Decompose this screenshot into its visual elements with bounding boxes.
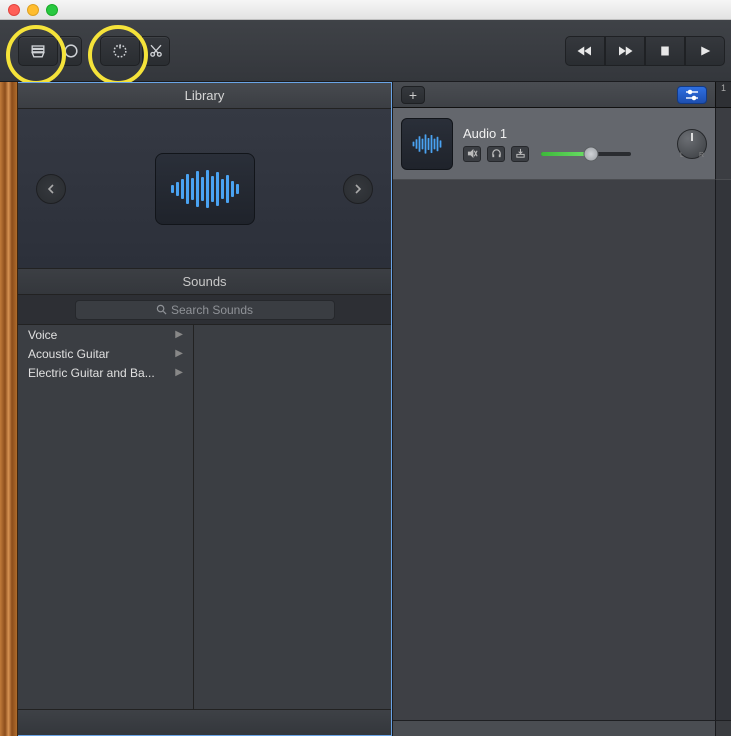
zoom-window-button[interactable] xyxy=(46,4,58,16)
category-label: Acoustic Guitar xyxy=(28,347,109,361)
window-titlebar xyxy=(0,0,731,20)
tracks-header-strip: + 1 xyxy=(393,82,731,108)
category-item-electric-guitar[interactable]: Electric Guitar and Ba... ▶ xyxy=(18,363,193,382)
track-header[interactable]: Audio 1 L R xyxy=(393,108,715,180)
category-item-voice[interactable]: Voice ▶ xyxy=(18,325,193,344)
forward-button[interactable] xyxy=(605,36,645,66)
track-type-icon xyxy=(401,118,453,170)
library-footer xyxy=(18,709,391,735)
volume-slider[interactable] xyxy=(541,152,631,156)
wood-side-panel xyxy=(0,82,18,736)
headphones-icon xyxy=(491,148,502,159)
mute-icon xyxy=(467,148,478,159)
smart-controls-toggle-button[interactable] xyxy=(100,36,140,66)
input-icon xyxy=(515,148,526,159)
tracks-footer xyxy=(393,720,731,736)
preset-next-button[interactable] xyxy=(343,174,373,204)
library-toggle-button[interactable] xyxy=(18,36,58,66)
pan-l-label: L xyxy=(680,152,684,159)
tracks-area: + 1 Audio 1 xyxy=(392,82,731,736)
preset-tile[interactable] xyxy=(155,153,255,225)
library-panel: Library Sounds Search Sounds Voice ▶ xyxy=(18,82,392,736)
track-name[interactable]: Audio 1 xyxy=(463,126,659,141)
sounds-header: Sounds xyxy=(18,269,391,295)
search-icon xyxy=(156,304,167,315)
filter-icon xyxy=(684,89,700,101)
chevron-right-icon xyxy=(353,184,363,194)
editors-toggle-button[interactable] xyxy=(142,36,170,66)
track-list-header: + xyxy=(393,82,715,107)
track-filter-button[interactable] xyxy=(677,86,707,104)
close-window-button[interactable] xyxy=(8,4,20,16)
add-track-button[interactable]: + xyxy=(401,86,425,104)
category-column-1: Voice ▶ Acoustic Guitar ▶ Electric Guitar … xyxy=(18,325,194,709)
transport-controls xyxy=(565,36,725,66)
h-scroll-cap[interactable] xyxy=(715,721,731,736)
empty-track-headers xyxy=(393,180,715,720)
search-row: Search Sounds xyxy=(18,295,391,325)
minimize-window-button[interactable] xyxy=(27,4,39,16)
rewind-button[interactable] xyxy=(565,36,605,66)
pan-r-label: R xyxy=(699,152,704,159)
category-column-2 xyxy=(194,325,391,709)
preset-prev-button[interactable] xyxy=(36,174,66,204)
track-row-1[interactable]: Audio 1 L R xyxy=(393,108,731,180)
solo-button[interactable] xyxy=(487,146,505,162)
search-placeholder: Search Sounds xyxy=(171,303,253,317)
search-sounds-input[interactable]: Search Sounds xyxy=(75,300,335,320)
category-label: Voice xyxy=(28,328,57,342)
track-controls xyxy=(463,146,659,162)
tracks-empty-area[interactable] xyxy=(393,180,731,720)
library-preview xyxy=(18,109,391,269)
mute-button[interactable] xyxy=(463,146,481,162)
library-icon xyxy=(28,41,48,61)
chevron-left-icon xyxy=(46,184,56,194)
quick-help-toggle-button[interactable] xyxy=(60,36,82,66)
track-info: Audio 1 xyxy=(463,126,659,162)
ruler-bar-1[interactable]: 1 xyxy=(715,82,731,107)
volume-thumb[interactable] xyxy=(583,146,598,161)
quick-help-icon xyxy=(61,41,81,61)
play-button[interactable] xyxy=(685,36,725,66)
track-lane-1[interactable] xyxy=(715,108,731,180)
library-header: Library xyxy=(18,83,391,109)
stop-button[interactable] xyxy=(645,36,685,66)
main-area: Library Sounds Search Sounds Voice ▶ xyxy=(0,82,731,736)
chevron-right-icon: ▶ xyxy=(175,348,183,359)
category-label: Electric Guitar and Ba... xyxy=(28,366,155,380)
category-browser: Voice ▶ Acoustic Guitar ▶ Electric Guitar … xyxy=(18,325,391,709)
chevron-right-icon: ▶ xyxy=(175,367,183,378)
toolbar xyxy=(0,20,731,82)
chevron-right-icon: ▶ xyxy=(175,329,183,340)
smart-controls-icon xyxy=(110,41,130,61)
empty-arrange-lane[interactable] xyxy=(715,180,731,720)
scissors-icon xyxy=(146,41,166,61)
pan-knob[interactable]: L R xyxy=(677,129,707,159)
waveform-icon xyxy=(413,134,442,153)
category-item-acoustic-guitar[interactable]: Acoustic Guitar ▶ xyxy=(18,344,193,363)
waveform-icon xyxy=(171,170,239,208)
input-monitor-button[interactable] xyxy=(511,146,529,162)
